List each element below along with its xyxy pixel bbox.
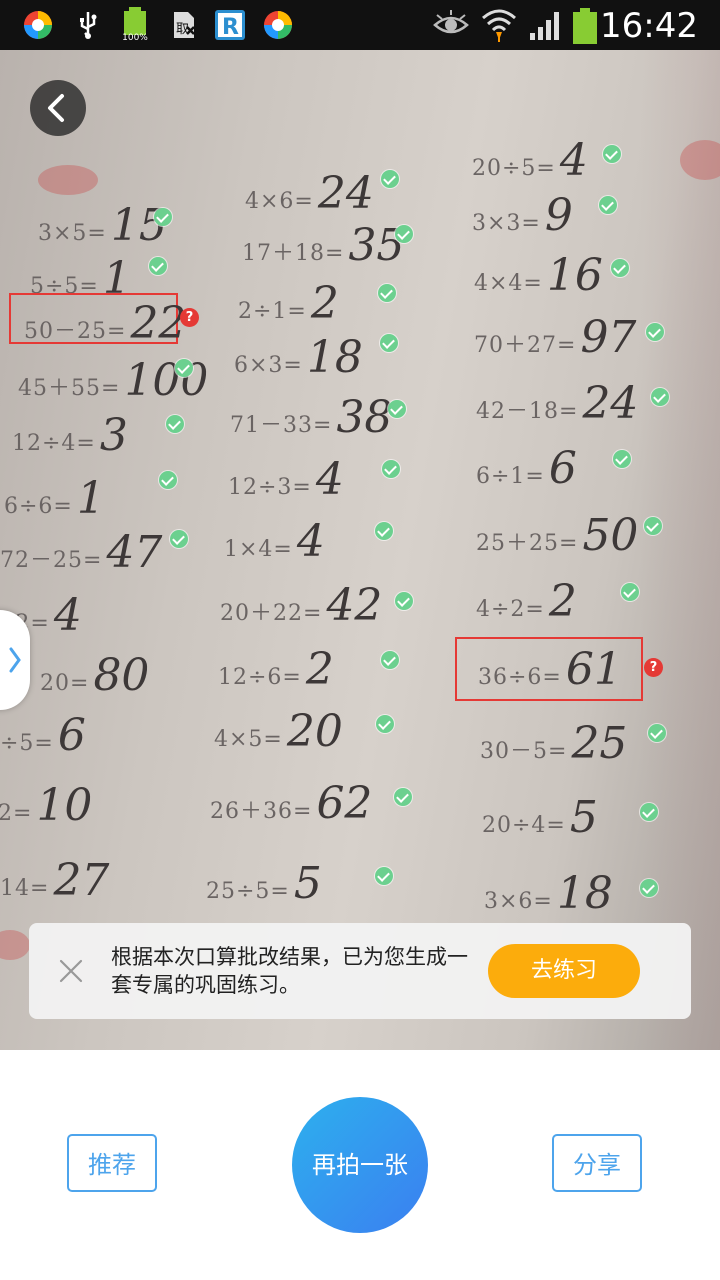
correct-check-icon[interactable] [149, 257, 167, 275]
chevron-left-icon [48, 94, 64, 122]
eye-icon [433, 10, 469, 34]
equation: 6÷1=6 [476, 443, 577, 494]
correct-check-icon[interactable] [644, 517, 662, 535]
side-drawer-tab[interactable] [0, 610, 30, 710]
chevron-right-icon [9, 647, 21, 673]
equation: 26＋36=62 [210, 778, 373, 829]
correct-check-icon[interactable] [611, 259, 629, 277]
equation: 4÷2=2 [476, 576, 577, 627]
correct-check-icon[interactable] [394, 788, 412, 806]
equation: 20÷5=4 [472, 135, 588, 186]
equation: 70＋27=97 [474, 312, 637, 363]
correct-check-icon[interactable] [381, 170, 399, 188]
correct-check-icon[interactable] [376, 715, 394, 733]
error-question-icon[interactable]: ? [180, 308, 199, 327]
equation: 3×5=15 [38, 200, 167, 251]
go-practice-button[interactable]: 去练习 [488, 944, 640, 998]
equation: 12÷4=3 [12, 410, 128, 461]
equation: ÷5=6 [0, 710, 86, 761]
battery-full-icon: 100% [120, 7, 150, 43]
correct-check-icon[interactable] [166, 415, 184, 433]
correct-check-icon[interactable] [382, 460, 400, 478]
battery-icon [573, 8, 597, 44]
wifi-icon [482, 9, 516, 42]
correct-check-icon[interactable] [380, 334, 398, 352]
equation: 12÷6=2 [218, 644, 334, 695]
correct-check-icon[interactable] [388, 400, 406, 418]
equation: 4×5=20 [214, 706, 343, 757]
equation: 14=27 [0, 855, 110, 906]
equation: 71－33=38 [230, 392, 393, 443]
correct-check-icon[interactable] [395, 225, 413, 243]
equation: 42－18=24 [476, 378, 639, 429]
app-swirl-icon [264, 11, 292, 39]
share-button[interactable]: 分享 [552, 1134, 642, 1192]
equation: 36÷6=61 [478, 644, 622, 695]
equation: 20＋22=42 [220, 580, 383, 631]
correct-check-icon[interactable] [651, 388, 669, 406]
error-question-icon[interactable]: ? [644, 658, 663, 677]
equation: 3×6=18 [484, 868, 613, 919]
equation: 6×3=18 [234, 332, 363, 383]
correct-check-icon[interactable] [640, 803, 658, 821]
sim-card-icon: 取 [174, 12, 195, 38]
correct-check-icon[interactable] [603, 145, 621, 163]
equation: 25＋25=50 [476, 510, 639, 561]
correct-check-icon[interactable] [646, 323, 664, 341]
correct-check-icon[interactable] [381, 651, 399, 669]
equation: 17＋18=35 [242, 220, 405, 271]
equation: 12÷3=4 [228, 454, 344, 505]
equation: 72－25=47 [0, 527, 163, 578]
back-button[interactable] [30, 80, 86, 136]
usb-icon [80, 12, 97, 39]
worksheet-photo: 3×5=15 5÷5=1 50－25=22 ? 45＋55=100 12÷4=3… [0, 50, 720, 1050]
equation: 50－25=22 [24, 298, 187, 349]
ink-stain [38, 165, 98, 195]
banner-message: 根据本次口算批改结果，已为您生成一套专属的巩固练习。 [111, 945, 468, 997]
equation: 20=80 [40, 650, 150, 701]
correct-check-icon[interactable] [159, 471, 177, 489]
equation: 2=10 [0, 780, 93, 831]
correct-check-icon[interactable] [375, 867, 393, 885]
equation: 2÷1=2 [238, 278, 339, 329]
r-app-icon: R [215, 10, 245, 40]
page-edge [640, 50, 720, 1050]
signal-icon [530, 12, 559, 40]
equation: 3×3=9 [472, 190, 573, 241]
ink-stain [0, 930, 30, 960]
battery-percent-label: 100% [122, 33, 148, 43]
correct-check-icon[interactable] [378, 284, 396, 302]
equation: 25÷5=5 [206, 858, 322, 909]
correct-check-icon[interactable] [175, 359, 193, 377]
equation: 6÷6=1 [4, 473, 105, 524]
correct-check-icon[interactable] [640, 879, 658, 897]
bottom-action-bar: 推荐 再拍一张 分享 [0, 1050, 720, 1280]
retake-photo-button[interactable]: 再拍一张 [292, 1097, 428, 1233]
status-bar: 100% 取 R 16:42 [0, 0, 720, 50]
equation: 1×4=4 [224, 516, 325, 567]
app-swirl-icon [24, 11, 52, 39]
close-icon[interactable] [57, 957, 85, 985]
correct-check-icon[interactable] [648, 724, 666, 742]
correct-check-icon[interactable] [613, 450, 631, 468]
svg-text:取: 取 [176, 22, 189, 37]
equation: 4×4=16 [474, 250, 603, 301]
practice-banner: 根据本次口算批改结果，已为您生成一套专属的巩固练习。 去练习 [29, 923, 691, 1019]
equation: 30－5=25 [480, 718, 628, 769]
status-time: 16:42 [600, 6, 698, 46]
svg-text:R: R [222, 15, 239, 40]
recommend-button[interactable]: 推荐 [67, 1134, 157, 1192]
correct-check-icon[interactable] [154, 208, 172, 226]
correct-check-icon[interactable] [375, 522, 393, 540]
equation: 4×6=24 [245, 168, 374, 219]
correct-check-icon[interactable] [170, 530, 188, 548]
correct-check-icon[interactable] [621, 583, 639, 601]
correct-check-icon[interactable] [395, 592, 413, 610]
correct-check-icon[interactable] [599, 196, 617, 214]
equation: 20÷4=5 [482, 792, 598, 843]
